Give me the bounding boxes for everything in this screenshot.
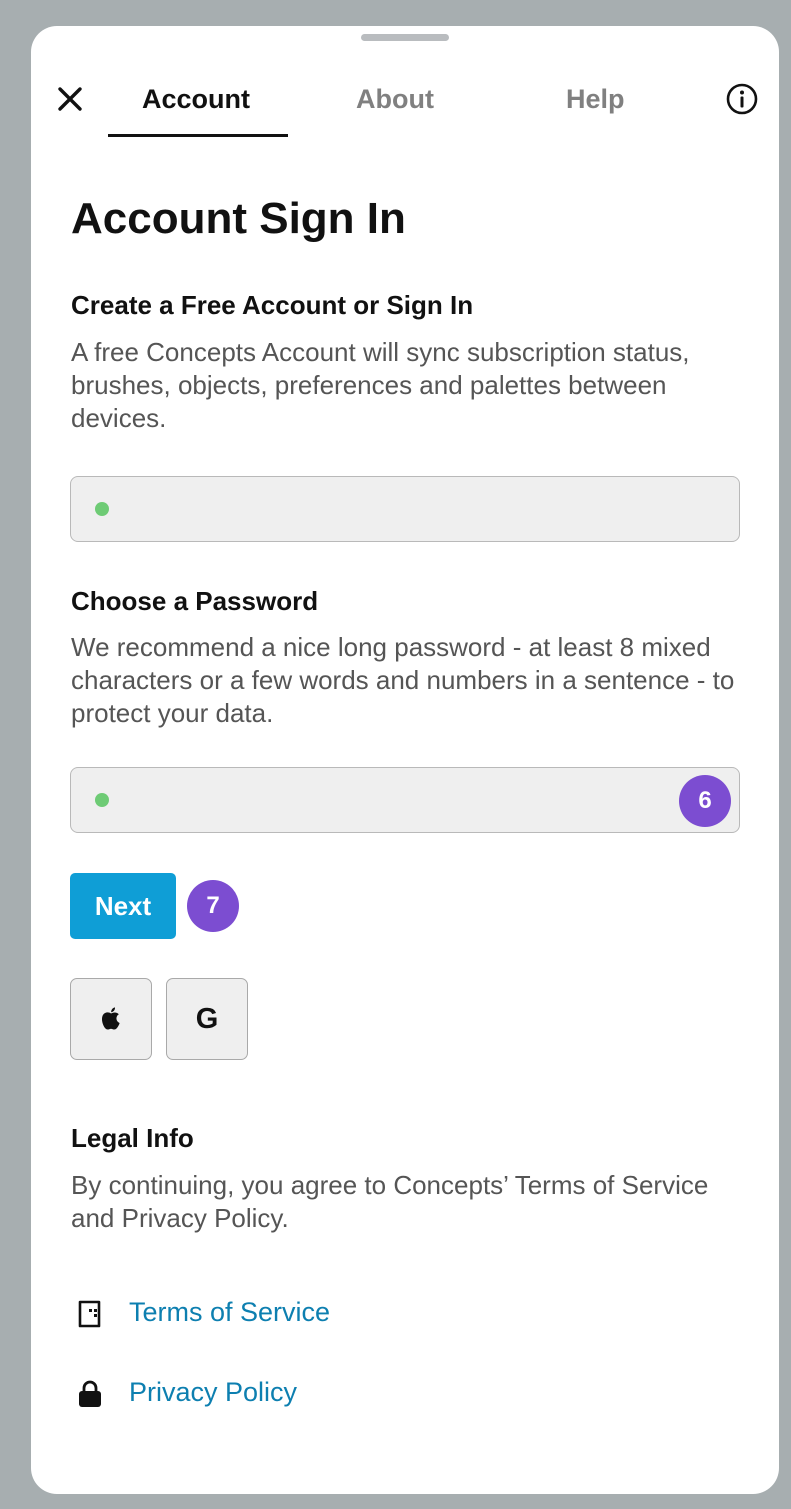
account-section-description: A free Concepts Account will sync subscr… [71,337,690,433]
active-tab-indicator [108,134,288,137]
legal-heading: Legal Info [71,1123,194,1153]
tab-help[interactable]: Help [566,84,625,115]
step-badge-next: 7 [187,880,239,932]
page-title: Account Sign In [71,194,406,243]
field-status-dot [95,793,109,807]
sheet-grabber[interactable] [361,34,449,41]
terms-of-service-link[interactable]: Terms of Service [76,1297,396,1331]
account-sheet: Account About Help Account Sign In Creat… [31,26,779,1494]
legal-description: By continuing, you agree to Concepts’ Te… [71,1170,709,1233]
field-status-dot [95,502,109,516]
document-icon [76,1299,104,1334]
password-field[interactable] [70,767,740,833]
password-section-heading: Choose a Password [71,586,319,616]
info-icon[interactable] [725,82,759,116]
password-section-description: We recommend a nice long password - at l… [71,632,735,728]
apple-icon [101,1007,120,1030]
next-button[interactable]: Next [70,873,176,939]
account-section-heading: Create a Free Account or Sign In [71,290,474,320]
email-field[interactable] [70,476,740,542]
close-icon[interactable] [55,84,85,114]
google-sign-in-button[interactable]: G [166,978,248,1060]
privacy-policy-link[interactable]: Privacy Policy [76,1377,366,1411]
step-badge-password: 6 [679,775,731,827]
lock-icon [76,1379,104,1414]
privacy-policy-label[interactable]: Privacy Policy [129,1377,297,1408]
apple-sign-in-button[interactable] [70,978,152,1060]
terms-of-service-label[interactable]: Terms of Service [129,1297,330,1328]
tab-about[interactable]: About [356,84,434,115]
google-icon: G [195,1003,219,1035]
tab-account[interactable]: Account [142,84,250,115]
